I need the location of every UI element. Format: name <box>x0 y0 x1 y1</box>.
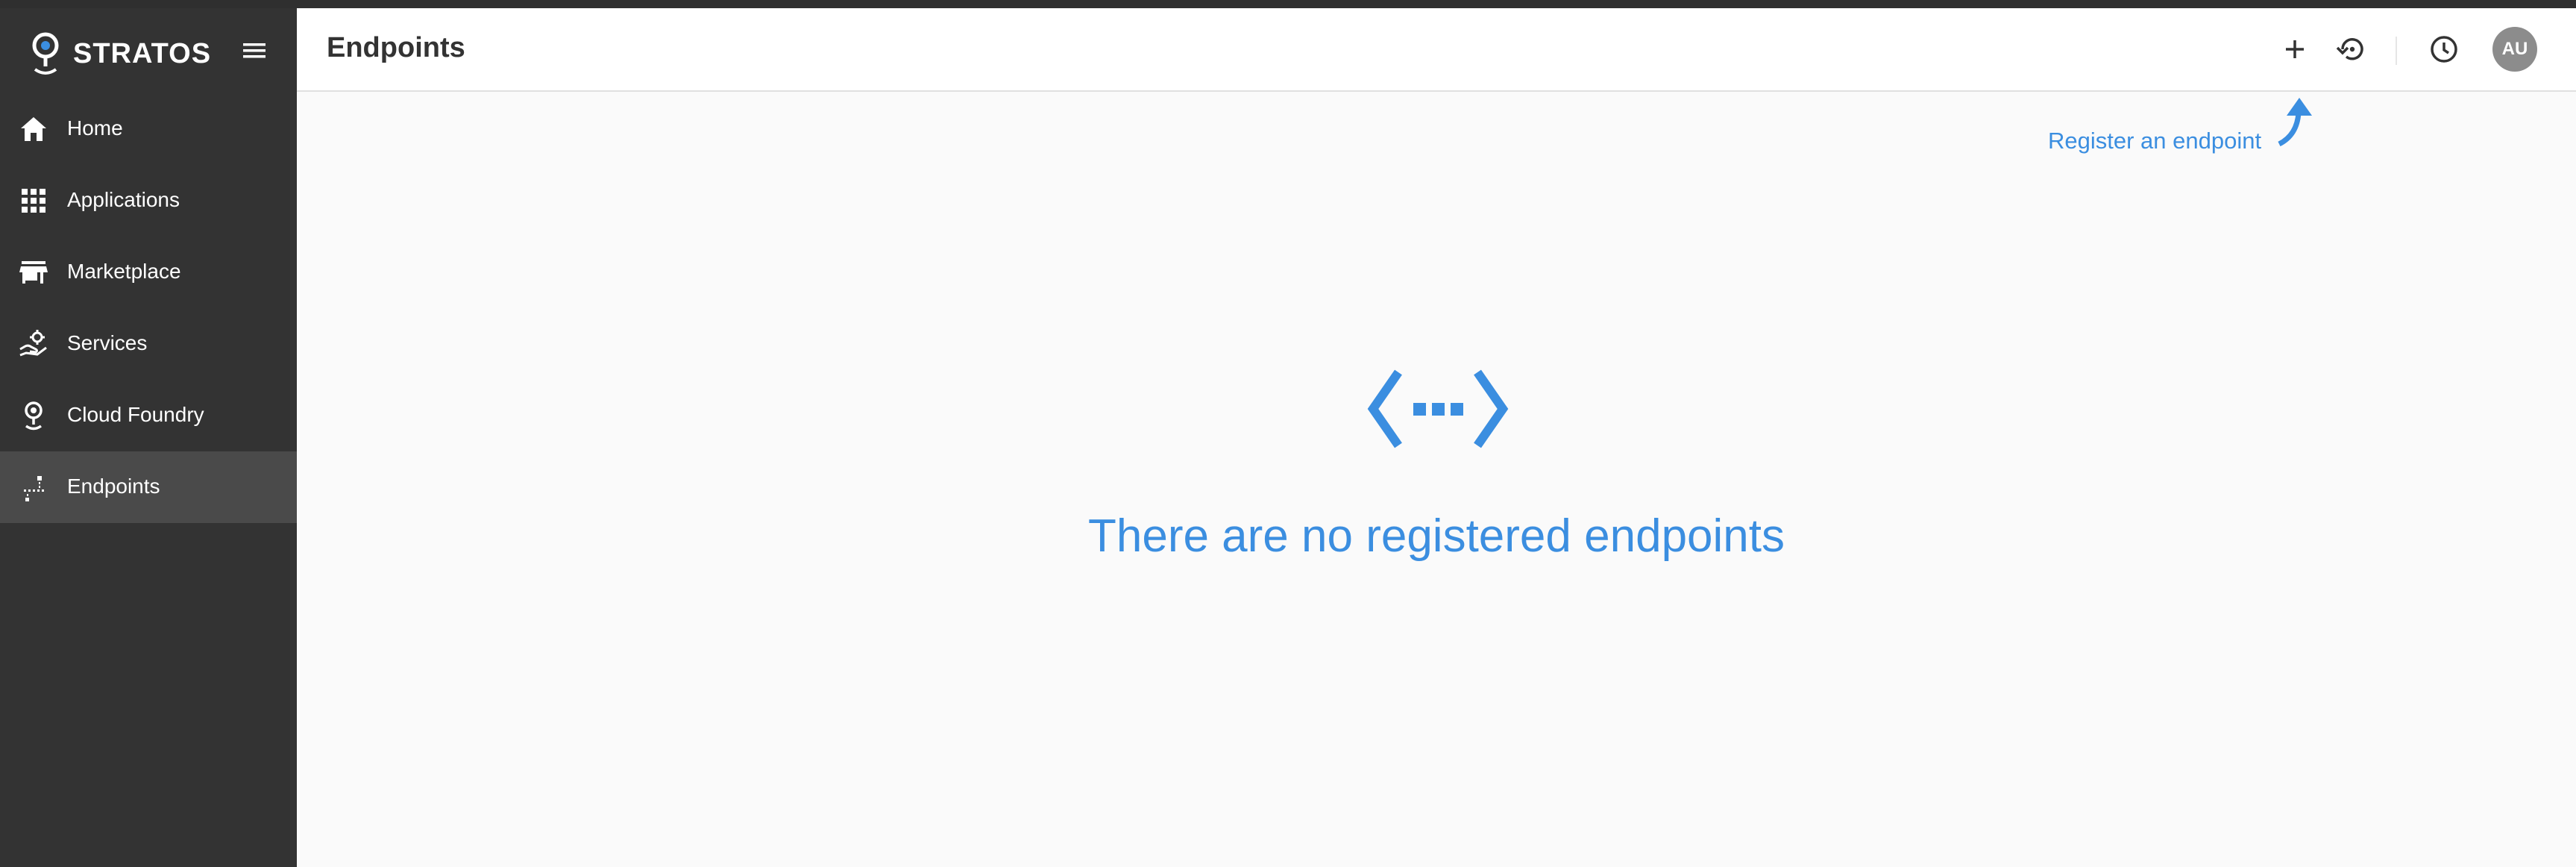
sidebar-item-applications[interactable]: Applications <box>0 165 297 237</box>
header-divider <box>2396 37 2397 65</box>
sidebar-nav: Home Applications Marketplace Services C… <box>0 93 297 523</box>
sidebar-item-services[interactable]: Services <box>0 308 297 380</box>
apps-grid-icon <box>22 189 45 213</box>
hamburger-menu-icon[interactable] <box>240 40 268 62</box>
sidebar-item-cloud-foundry[interactable]: Cloud Foundry <box>0 380 297 451</box>
endpoint-placeholder-icon <box>1367 369 1509 448</box>
endpoints-icon <box>24 476 44 501</box>
sidebar-item-label: Marketplace <box>67 260 181 283</box>
sidebar-item-label: Home <box>67 116 123 140</box>
sidebar-item-label: Services <box>67 331 148 354</box>
sidebar-item-home[interactable]: Home <box>0 93 297 165</box>
sidebar-item-endpoints[interactable]: Endpoints <box>0 451 297 523</box>
store-icon <box>19 261 48 284</box>
sidebar-item-marketplace[interactable]: Marketplace <box>0 237 297 308</box>
main-content: Register an endpoint There are no regist… <box>297 93 2576 867</box>
register-endpoint-hint[interactable]: Register an endpoint <box>2048 128 2261 154</box>
top-header: Endpoints AU <box>297 8 2576 92</box>
clock-icon[interactable] <box>2425 31 2463 68</box>
sidebar-item-label: Endpoints <box>67 475 160 498</box>
curved-arrow-icon <box>2278 98 2312 147</box>
empty-state-message: There are no registered endpoints <box>1087 510 1785 562</box>
brand: STRATOS <box>0 8 297 93</box>
stratos-logo-icon <box>32 32 59 75</box>
sidebar-item-label: Cloud Foundry <box>67 403 204 426</box>
sidebar-item-label: Applications <box>67 188 180 211</box>
brand-name: STRATOS <box>73 38 212 69</box>
service-hand-icon <box>19 330 47 357</box>
page-title: Endpoints <box>327 32 465 63</box>
user-avatar[interactable]: AU <box>2492 27 2537 72</box>
home-icon <box>21 117 46 141</box>
add-icon[interactable] <box>2276 31 2313 68</box>
sidebar: STRATOS Home Applications Marketplace Se… <box>0 8 297 867</box>
history-icon[interactable] <box>2334 31 2371 68</box>
window-top-strip <box>0 0 2576 8</box>
cloud-foundry-icon <box>25 401 43 431</box>
